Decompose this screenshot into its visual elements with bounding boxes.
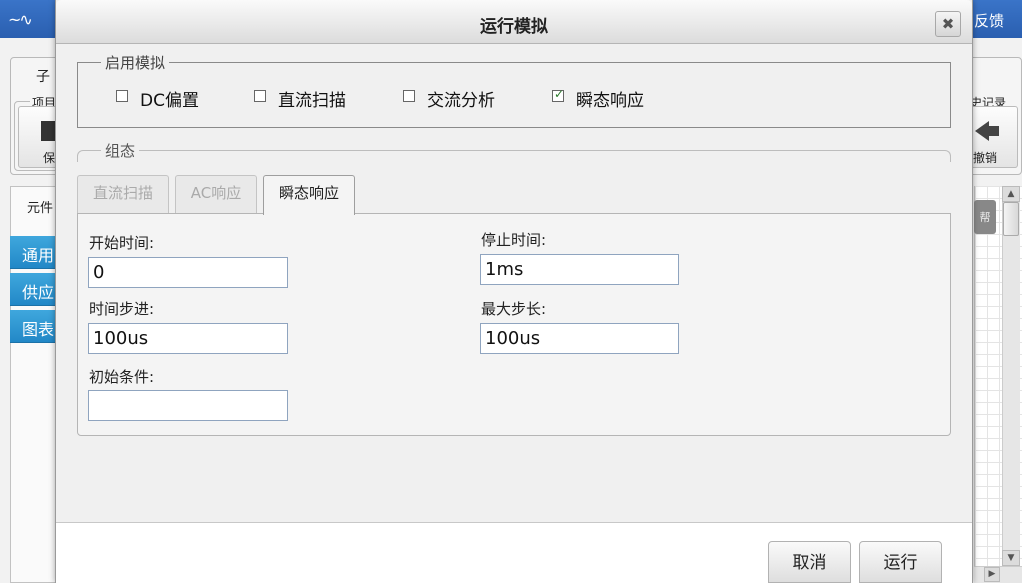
scroll-down-arrow-icon[interactable]: ▼ <box>1002 550 1020 566</box>
transient-label[interactable]: 瞬态响应 <box>576 86 644 111</box>
configuration-legend: 组态 <box>101 140 140 161</box>
tab-ac-response[interactable]: AC响应 <box>175 175 257 214</box>
enable-simulation-group: 启用模拟 DC偏置 直流扫描 交流分析 ✓ 瞬态响应 <box>77 52 951 128</box>
sidebar-item-general[interactable]: 通用 <box>10 236 56 269</box>
start-time-label: 开始时间: <box>89 234 155 252</box>
time-step-input[interactable] <box>88 323 288 354</box>
scrollbar-thumb[interactable] <box>1003 202 1019 236</box>
checkbox-box[interactable] <box>254 90 266 102</box>
sidebar-title[interactable]: 元件 <box>27 197 53 216</box>
sidebar-item-chart[interactable]: 图表 <box>10 310 56 343</box>
dialog-title: 运行模拟 <box>480 17 548 37</box>
max-step-label: 最大步长: <box>481 300 547 318</box>
tab-dc-sweep[interactable]: 直流扫描 <box>77 175 169 214</box>
enable-simulation-legend: 启用模拟 <box>101 52 170 73</box>
run-button[interactable]: 运行 <box>859 541 942 583</box>
run-simulation-dialog: 运行模拟 ✖ 启用模拟 DC偏置 直流扫描 交流分析 ✓ 瞬态响应 组态 直流扫… <box>55 0 973 583</box>
scroll-up-arrow-icon[interactable]: ▲ <box>1002 186 1020 202</box>
feedback-link[interactable]: 反馈 <box>974 10 1004 31</box>
check-mark-icon: ✓ <box>554 87 565 101</box>
checkbox-box[interactable] <box>116 90 128 102</box>
start-time-input[interactable] <box>88 257 288 288</box>
stop-time-label: 停止时间: <box>481 231 547 249</box>
undo-button-label: 撤销 <box>973 151 998 165</box>
dialog-titlebar[interactable]: 运行模拟 ✖ <box>56 0 972 44</box>
checkbox-box[interactable] <box>403 90 415 102</box>
ac-analysis-label[interactable]: 交流分析 <box>427 86 495 111</box>
close-icon: ✖ <box>941 15 955 33</box>
tab-transient-response[interactable]: 瞬态响应 <box>263 175 355 215</box>
dc-bias-label[interactable]: DC偏置 <box>140 86 199 111</box>
sidebar-item-supply[interactable]: 供应 <box>10 273 56 306</box>
canvas-vertical-scrollbar[interactable] <box>1002 186 1020 583</box>
checkbox-box-checked[interactable]: ✓ <box>552 87 565 102</box>
close-button[interactable]: ✖ <box>935 11 961 37</box>
dc-sweep-label[interactable]: 直流扫描 <box>278 86 346 111</box>
toolbar-tab-label[interactable]: 子 <box>36 66 50 86</box>
initial-conditions-label: 初始条件: <box>89 368 155 386</box>
configuration-group: 组态 <box>77 140 951 162</box>
initial-conditions-input[interactable] <box>88 390 288 421</box>
max-step-input[interactable] <box>480 323 679 354</box>
app-logo: ~∿ <box>8 10 33 29</box>
transient-settings-panel: 开始时间: 停止时间: 时间步进: 最大步长: 初始条件: <box>77 213 951 436</box>
stop-time-input[interactable] <box>480 254 679 285</box>
cancel-button[interactable]: 取消 <box>768 541 851 583</box>
undo-arrow-icon-tail <box>987 126 999 136</box>
canvas-help-button[interactable]: 帮 <box>974 200 996 234</box>
scroll-right-arrow-icon[interactable]: ▶ <box>984 567 1000 582</box>
save-button-label: 保 <box>43 151 56 165</box>
time-step-label: 时间步进: <box>89 300 155 318</box>
undo-button[interactable]: 撤销 <box>966 106 1018 168</box>
